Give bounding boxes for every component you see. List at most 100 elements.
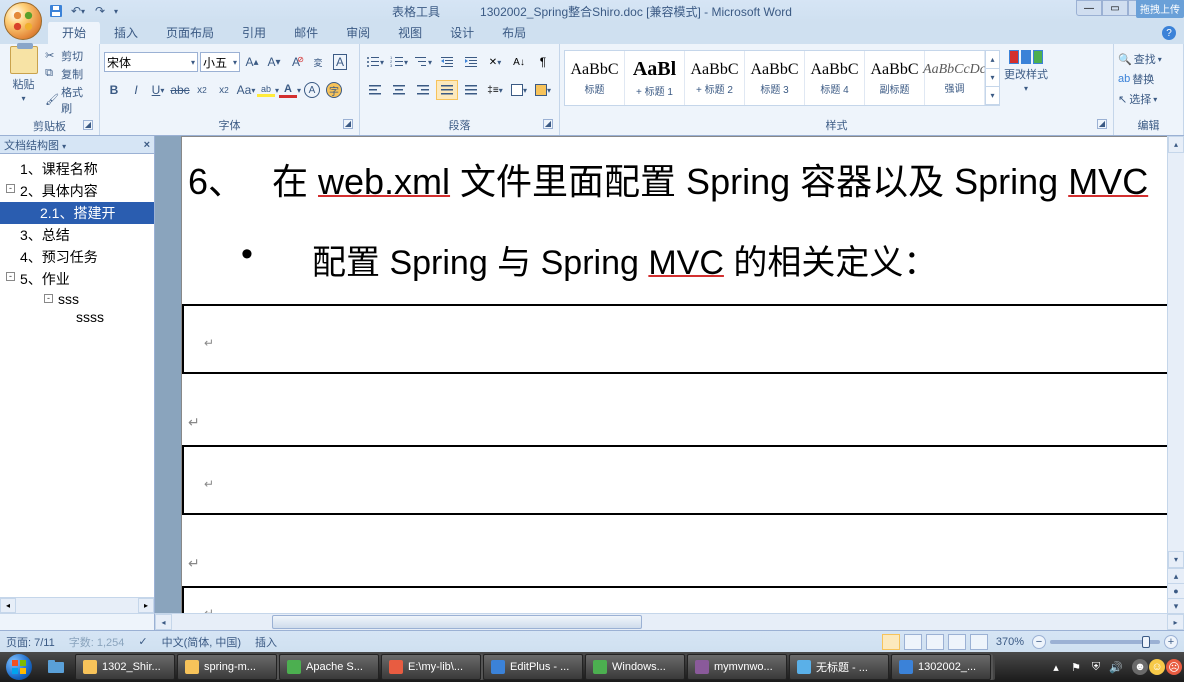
style-heading1[interactable]: AaBl+ 标题 1 <box>625 51 685 105</box>
tab-design[interactable]: 设计 <box>436 21 488 44</box>
underline-button[interactable]: U▾ <box>148 80 168 100</box>
tray-up-icon[interactable]: ▴ <box>1048 659 1064 675</box>
nav-hscroll-right[interactable]: ▸ <box>138 598 154 613</box>
minimize-button[interactable]: — <box>1076 0 1102 16</box>
show-marks-button[interactable]: ¶ <box>532 52 554 72</box>
table-cell-2[interactable]: ↵ <box>182 445 1184 515</box>
tray-flag-icon[interactable]: ⚑ <box>1068 659 1084 675</box>
hscroll-track[interactable] <box>172 614 1167 630</box>
tab-home[interactable]: 开始 <box>48 21 100 44</box>
paste-dropdown-icon[interactable]: ▾ <box>22 94 26 103</box>
styles-scroll-down[interactable]: ▾ <box>986 69 999 87</box>
drag-upload-badge[interactable]: 拖拽上传 <box>1136 0 1184 18</box>
clipboard-dialog-launcher[interactable]: ◢ <box>83 120 93 130</box>
sort-button[interactable]: A↓ <box>508 52 530 72</box>
taskbar-item[interactable]: Windows... <box>585 654 685 680</box>
decrease-indent-button[interactable] <box>436 52 458 72</box>
browse-object-button[interactable]: ● <box>1168 583 1184 598</box>
style-heading4[interactable]: AaBbC标题 4 <box>805 51 865 105</box>
tab-review[interactable]: 审阅 <box>332 21 384 44</box>
help-icon[interactable]: ? <box>1162 26 1176 40</box>
select-button[interactable]: ↖选择▾ <box>1118 90 1157 108</box>
status-words[interactable]: 字数: 1,254 <box>69 634 125 650</box>
change-case-button[interactable]: Aa▾ <box>236 80 256 100</box>
font-dialog-launcher[interactable]: ◢ <box>343 119 353 129</box>
status-mode[interactable]: 插入 <box>255 634 277 650</box>
styles-gallery[interactable]: AaBbC标题 AaBl+ 标题 1 AaBbC+ 标题 2 AaBbC标题 3… <box>564 50 1000 106</box>
status-language[interactable]: 中文(简体, 中国) <box>162 634 241 650</box>
nav-item[interactable]: -sss <box>0 290 154 308</box>
styles-expand[interactable]: ▾ <box>986 87 999 105</box>
paste-button[interactable]: 粘贴 <box>13 76 35 92</box>
italic-button[interactable]: I <box>126 80 146 100</box>
change-styles-button[interactable]: 更改样式 ▾ <box>1004 50 1048 93</box>
bullet-item[interactable]: • 配置 Spring 与 Spring MVC 的相关定义： <box>182 235 1184 304</box>
office-button[interactable] <box>4 2 42 40</box>
view-print-layout[interactable] <box>882 634 900 650</box>
line-spacing-button[interactable]: ‡≡▾ <box>484 80 506 100</box>
align-left-button[interactable] <box>364 80 386 100</box>
tab-references[interactable]: 引用 <box>228 21 280 44</box>
tray-volume-icon[interactable]: 🔊 <box>1108 659 1124 675</box>
nav-item[interactable]: ssss <box>0 308 154 326</box>
prev-page-button[interactable]: ▴ <box>1168 568 1184 583</box>
styles-scroll-up[interactable]: ▴ <box>986 51 999 69</box>
view-outline[interactable] <box>948 634 966 650</box>
find-button[interactable]: 🔍查找▾ <box>1118 50 1162 68</box>
nav-item[interactable]: -2、具体内容 <box>0 180 154 202</box>
table-cell-3[interactable]: ↵ <box>182 586 1184 613</box>
asian-layout-button[interactable]: ✕▾ <box>484 52 506 72</box>
style-heading2[interactable]: AaBbC+ 标题 2 <box>685 51 745 105</box>
nav-item[interactable]: 1、课程名称 <box>0 158 154 180</box>
tab-mailings[interactable]: 邮件 <box>280 21 332 44</box>
align-center-button[interactable] <box>388 80 410 100</box>
borders-button[interactable]: ▾ <box>532 80 554 100</box>
copy-button[interactable]: ⧉复制 <box>45 66 93 82</box>
vscroll-down[interactable]: ▾ <box>1168 551 1184 568</box>
heading-6[interactable]: 6、 在 web.xml 文件里面配置 Spring 容器以及 Spring M… <box>182 147 1184 235</box>
zoom-out-button[interactable]: − <box>1032 635 1046 649</box>
qat-more-icon[interactable]: ▾ <box>114 7 118 16</box>
start-button[interactable] <box>0 652 38 682</box>
taskbar-item[interactable]: 无标题 - ... <box>789 654 889 680</box>
status-page[interactable]: 页面: 7/11 <box>6 634 55 650</box>
align-right-button[interactable] <box>412 80 434 100</box>
phonetic-guide-button[interactable]: 変 <box>308 52 328 72</box>
table-cell-1[interactable]: ↵ <box>182 304 1184 374</box>
font-size-select[interactable]: 小五▾ <box>200 52 240 72</box>
paragraph-dialog-launcher[interactable]: ◢ <box>543 119 553 129</box>
tray-emoji-3[interactable]: ☹ <box>1166 659 1182 675</box>
nav-close-button[interactable]: × <box>144 139 150 151</box>
tab-layout[interactable]: 布局 <box>488 21 540 44</box>
redo-icon[interactable]: ↷ <box>92 3 108 19</box>
document-page[interactable]: 6、 在 web.xml 文件里面配置 Spring 容器以及 Spring M… <box>181 136 1184 613</box>
tab-insert[interactable]: 插入 <box>100 21 152 44</box>
cut-button[interactable]: ✂剪切 <box>45 48 93 64</box>
nav-hscroll-track[interactable] <box>16 598 138 613</box>
nav-item[interactable]: -5、作业 <box>0 268 154 290</box>
view-full-screen[interactable] <box>904 634 922 650</box>
bullets-button[interactable]: ▾ <box>364 52 386 72</box>
taskbar-item[interactable]: 1302002_... <box>891 654 991 680</box>
zoom-level[interactable]: 370% <box>996 636 1024 648</box>
shading-button[interactable]: ▾ <box>508 80 530 100</box>
distributed-button[interactable] <box>460 80 482 100</box>
vscroll-up[interactable]: ▴ <box>1168 136 1184 153</box>
next-page-button[interactable]: ▾ <box>1168 598 1184 613</box>
grow-font-button[interactable]: A▴ <box>242 52 262 72</box>
increase-indent-button[interactable] <box>460 52 482 72</box>
justify-button[interactable] <box>436 80 458 100</box>
subscript-button[interactable]: x2 <box>192 80 212 100</box>
status-spellcheck-icon[interactable]: ✓ <box>138 635 147 648</box>
paste-icon[interactable] <box>10 46 38 74</box>
style-emphasis[interactable]: AaBbCcDc强调 <box>925 51 985 105</box>
taskbar-item[interactable]: E:\my-lib\... <box>381 654 481 680</box>
font-color-button[interactable]: A▾ <box>280 80 300 100</box>
view-web-layout[interactable] <box>926 634 944 650</box>
char-border-button[interactable]: A <box>330 52 350 72</box>
view-draft[interactable] <box>970 634 988 650</box>
save-icon[interactable] <box>48 3 64 19</box>
tree-expand-icon[interactable]: - <box>44 294 53 303</box>
char-shading-button[interactable]: A <box>302 80 322 100</box>
document-map-tree[interactable]: 1、课程名称-2、具体内容2.1、搭建开3、总结4、预习任务-5、作业-ssss… <box>0 154 154 597</box>
